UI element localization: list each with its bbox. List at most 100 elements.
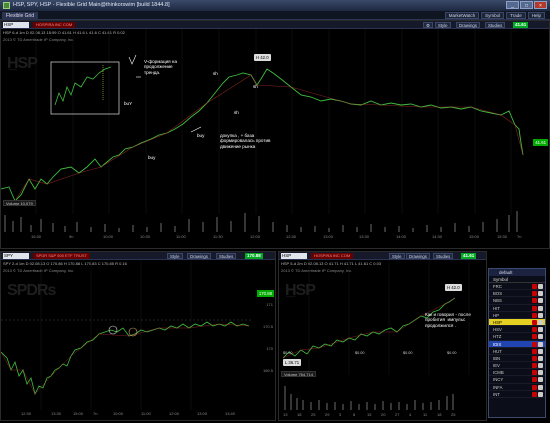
chart-icon[interactable] [538,384,543,390]
alert-icon[interactable] [532,284,537,289]
alert-icon[interactable] [532,341,537,347]
app-icon [3,2,10,9]
maximize-button[interactable]: □ [520,1,533,9]
watchlist-symbol: HSP [493,319,502,325]
style-button[interactable]: Style [167,253,183,259]
alert-icon[interactable] [532,370,537,376]
top-time-axis: 15:30 9n 10:00 10:30 11:00 11:30 12:00 1… [1,234,549,241]
watchlist-symbol: INCY [493,377,504,383]
chart-icon[interactable] [538,370,543,376]
watchlist-row[interactable]: INFA [489,384,545,391]
watchlist-row[interactable]: INT [489,391,545,398]
trade-button[interactable]: Trade [506,12,526,19]
alert-icon[interactable] [532,327,537,333]
alert-icon[interactable] [532,291,537,297]
chart-icon[interactable] [538,391,543,397]
chart-icon[interactable] [538,284,543,289]
alert-icon[interactable] [532,298,537,304]
watchlist-row[interactable]: HUT [489,348,545,355]
watchlist-row[interactable]: BOS [489,290,545,298]
chart-icon[interactable] [538,334,543,340]
drawings-button[interactable]: Drawings [456,22,480,28]
chart-icon[interactable] [538,298,543,304]
time-tick: 12:00 [250,234,261,239]
alert-icon[interactable] [532,305,537,311]
alert-icon[interactable] [532,355,537,361]
alert-icon[interactable] [532,384,537,390]
date-tick: 18 [437,412,442,417]
alert-icon[interactable] [532,391,537,397]
chart-icon[interactable] [538,319,543,325]
watchlist-symbol: ICMB [493,370,504,376]
chart-icon[interactable] [538,348,543,354]
alert-icon[interactable] [532,363,537,369]
time-tick: 12:30 [286,234,297,239]
time-tick: 11:30 [213,234,223,239]
watchlist-row[interactable]: HIT [489,305,545,312]
time-tick: 13:30 [51,411,62,416]
minimize-button[interactable]: _ [506,1,519,9]
watchlist-row[interactable]: HSP [489,318,545,327]
watchlist-row[interactable]: FRC [489,283,545,291]
drawings-button[interactable]: Drawings [187,253,211,259]
watchlist-row[interactable]: INCY [489,376,545,384]
style-button[interactable]: Style [435,22,451,28]
watchlist-row[interactable]: IEV [489,362,545,370]
studies-button[interactable]: Studies [433,253,454,259]
settings-icon[interactable]: ⚙ [423,22,433,28]
time-tick: 15:30 [497,234,508,239]
symbol-input[interactable]: HSP [3,22,29,28]
chart-icon[interactable] [538,327,543,333]
dividend-label: $0.00 [403,351,413,355]
watchlist-row[interactable]: HTZ [489,333,545,341]
chart-icon[interactable] [538,312,543,318]
help-button[interactable]: Help [527,12,545,19]
annotation-v-formation: V-формация на продолжение тренда. [144,59,177,75]
alert-icon[interactable] [532,334,537,340]
high-badge: H 42.0 [254,54,271,61]
annotation-buy-box: buY [124,101,133,106]
alert-icon[interactable] [532,377,537,383]
price-tick: 171 [266,302,273,307]
alert-icon[interactable] [532,348,537,354]
symbol-input[interactable]: HSP [281,253,307,259]
watchlist-row[interactable]: IDIX [489,340,545,348]
time-tick: 7n [517,234,522,239]
window-title: HSP, SPY, HSP - Flexible Grid Main@think… [13,2,170,8]
studies-button[interactable]: Studies [485,22,506,28]
alert-icon[interactable] [532,319,537,325]
drawings-button[interactable]: Drawings [406,253,430,259]
style-button[interactable]: Style [389,253,405,259]
alert-icon[interactable] [532,312,537,318]
tab-flexible-grid[interactable]: Flexible Grid [2,12,39,20]
watchlist-row[interactable]: ICMB [489,369,545,377]
annotation-sh-3: sh [234,110,239,115]
marketwatch-button[interactable]: MarketWatch [444,12,480,19]
menubar: Flexible Grid MarketWatch Symbol Trade H… [0,11,550,20]
watchlist-rows: FRC BOS NBS HIT HP HSP HSV HTZ IDIX HUT IBN IEV ICMB… [489,283,545,398]
studies-button[interactable]: Studies [216,253,237,259]
chart-icon[interactable] [538,291,543,297]
watchlist-row[interactable]: NBS [489,297,545,305]
symbol-input[interactable]: SPY [3,253,29,259]
watchlist-row[interactable]: HP [489,312,545,319]
chart-icon[interactable] [538,355,543,361]
watchlist-row[interactable]: HSV [489,326,545,334]
date-tick: 29 [325,412,330,417]
chart-icon[interactable] [538,377,543,383]
time-tick: 13:40 [225,411,236,416]
chart-icon[interactable] [538,305,543,311]
price-axis-tag: 41.61 [533,139,548,146]
chart-icon[interactable] [538,363,543,369]
watchlist-column-header[interactable]: Symbol [489,276,545,283]
symbol-button[interactable]: Symbol [481,12,505,19]
annotation-base-note: докупка , + база формировалась против дв… [220,133,271,149]
time-tick: 15:00 [469,234,480,239]
close-button[interactable]: × [534,1,547,9]
watchlist-title[interactable]: default [489,269,545,276]
watchlist-symbol: INFA [493,384,503,390]
last-price-badge: 170.88 [245,253,263,259]
chart-icon[interactable] [538,341,543,347]
price-tick: 169.5 [262,368,273,373]
watchlist-row[interactable]: IBN [489,355,545,363]
